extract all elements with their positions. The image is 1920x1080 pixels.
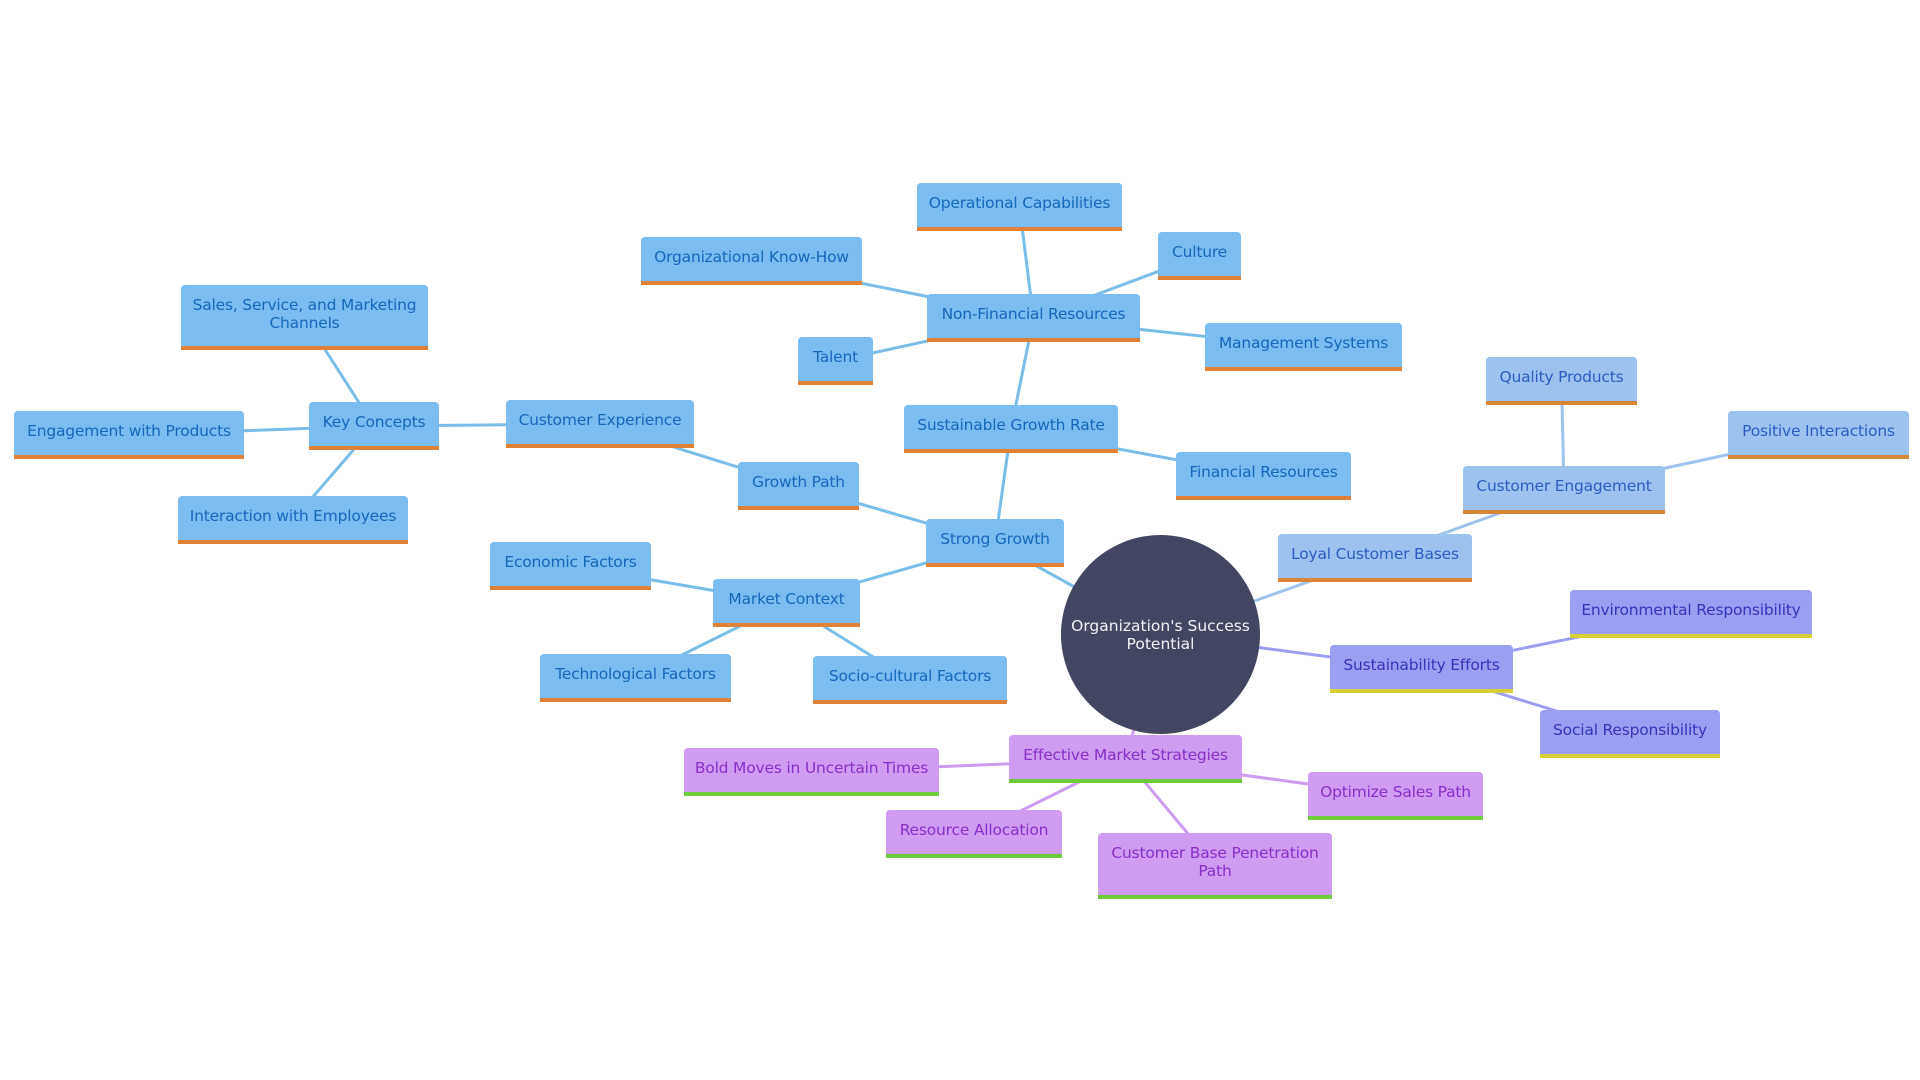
- node-non-financial-resources[interactable]: Non-Financial Resources: [927, 294, 1140, 342]
- node-strong-growth[interactable]: Strong Growth: [926, 519, 1064, 567]
- node-label: Management Systems: [1218, 334, 1389, 352]
- node-organizational-know-how[interactable]: Organizational Know-How: [641, 237, 862, 285]
- node-economic-factors[interactable]: Economic Factors: [490, 542, 651, 590]
- node-label: Interaction with Employees: [189, 507, 397, 525]
- node-customer-base-penetration-path[interactable]: Customer Base Penetration Path: [1098, 833, 1332, 899]
- node-bold-moves[interactable]: Bold Moves in Uncertain Times: [684, 748, 939, 796]
- node-effective-market-strategies[interactable]: Effective Market Strategies: [1009, 735, 1242, 783]
- node-resource-allocation[interactable]: Resource Allocation: [886, 810, 1062, 858]
- node-growth-path[interactable]: Growth Path: [738, 462, 859, 510]
- node-label: Sustainable Growth Rate: [917, 416, 1105, 434]
- node-label: Sustainability Efforts: [1343, 656, 1500, 674]
- node-label: Key Concepts: [322, 413, 426, 431]
- node-quality-products[interactable]: Quality Products: [1486, 357, 1637, 405]
- node-label: Social Responsibility: [1553, 721, 1707, 739]
- node-sustainability-efforts[interactable]: Sustainability Efforts: [1330, 645, 1513, 693]
- node-label: Non-Financial Resources: [941, 305, 1126, 323]
- node-label: Technological Factors: [555, 665, 716, 683]
- node-label: Loyal Customer Bases: [1291, 545, 1459, 563]
- node-talent[interactable]: Talent: [798, 337, 873, 385]
- node-label: Growth Path: [752, 473, 845, 491]
- root-node[interactable]: Organization's Success Potential: [1061, 535, 1260, 734]
- node-key-concepts[interactable]: Key Concepts: [309, 402, 439, 450]
- node-optimize-sales-path[interactable]: Optimize Sales Path: [1308, 772, 1483, 820]
- root-node-label: Organization's Success Potential: [1071, 616, 1250, 653]
- node-label: Strong Growth: [940, 530, 1050, 548]
- node-label: Customer Experience: [518, 411, 682, 429]
- node-label: Sales, Service, and Marketing Channels: [192, 295, 417, 332]
- node-label: Engagement with Products: [27, 422, 231, 440]
- node-socio-cultural-factors[interactable]: Socio-cultural Factors: [813, 656, 1007, 704]
- node-label: Operational Capabilities: [928, 194, 1111, 212]
- node-label: Effective Market Strategies: [1023, 746, 1228, 764]
- node-label: Market Context: [728, 590, 845, 608]
- node-market-context[interactable]: Market Context: [713, 579, 860, 627]
- node-label: Financial Resources: [1189, 463, 1338, 481]
- node-operational-capabilities[interactable]: Operational Capabilities: [917, 183, 1122, 231]
- node-label: Customer Engagement: [1476, 477, 1652, 495]
- node-label: Quality Products: [1499, 368, 1624, 386]
- node-technological-factors[interactable]: Technological Factors: [540, 654, 731, 702]
- node-social-responsibility[interactable]: Social Responsibility: [1540, 710, 1720, 758]
- node-label: Economic Factors: [504, 553, 637, 571]
- node-label: Resource Allocation: [899, 821, 1049, 839]
- node-label: Socio-cultural Factors: [828, 667, 992, 685]
- node-label: Optimize Sales Path: [1320, 783, 1471, 801]
- node-sustainable-growth-rate[interactable]: Sustainable Growth Rate: [904, 405, 1118, 453]
- node-customer-engagement[interactable]: Customer Engagement: [1463, 466, 1665, 514]
- node-interaction-with-employees[interactable]: Interaction with Employees: [178, 496, 408, 544]
- node-positive-interactions[interactable]: Positive Interactions: [1728, 411, 1909, 459]
- node-culture[interactable]: Culture: [1158, 232, 1241, 280]
- node-label: Talent: [813, 348, 858, 366]
- node-label: Organizational Know-How: [654, 248, 849, 266]
- node-customer-experience[interactable]: Customer Experience: [506, 400, 694, 448]
- node-management-systems[interactable]: Management Systems: [1205, 323, 1402, 371]
- node-environmental-responsibility[interactable]: Environmental Responsibility: [1570, 590, 1812, 638]
- node-label: Environmental Responsibility: [1581, 601, 1801, 619]
- node-loyal-customer-bases[interactable]: Loyal Customer Bases: [1278, 534, 1472, 582]
- node-label: Culture: [1171, 243, 1228, 261]
- node-label: Positive Interactions: [1742, 422, 1895, 440]
- node-sales-service-marketing-channels[interactable]: Sales, Service, and Marketing Channels: [181, 285, 428, 350]
- node-label: Customer Base Penetration Path: [1111, 844, 1319, 880]
- node-engagement-with-products[interactable]: Engagement with Products: [14, 411, 244, 459]
- node-financial-resources[interactable]: Financial Resources: [1176, 452, 1351, 500]
- node-label: Bold Moves in Uncertain Times: [694, 759, 929, 777]
